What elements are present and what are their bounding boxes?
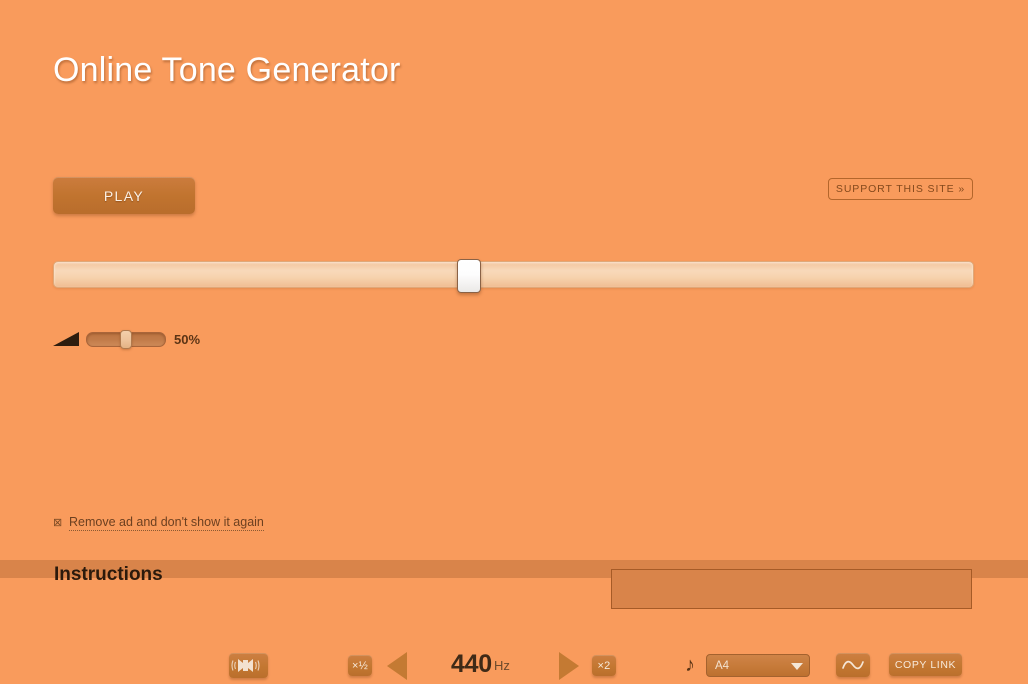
triangle-left-icon [387,652,407,680]
instructions-heading: Instructions [54,564,163,585]
increment-frequency-button[interactable] [558,651,580,681]
note-select[interactable]: A4 [706,654,810,677]
remove-ad-label: Remove ad and don't show it again [69,515,264,531]
page-title: Online Tone Generator [53,51,401,89]
volume-slider-handle[interactable] [120,330,132,349]
double-frequency-button[interactable]: ×2 [592,655,616,676]
copy-link-button[interactable]: COPY LINK [889,653,962,676]
stereo-balance-button[interactable] [229,653,268,678]
frequency-slider-handle[interactable] [457,259,481,293]
stereo-balance-icon [231,659,260,672]
frequency-unit-label: Hz [494,658,510,673]
halve-frequency-button[interactable]: ×½ [348,655,372,676]
volume-level-label: 50% [174,332,201,347]
sine-wave-icon [842,660,864,670]
support-this-site-button[interactable]: SUPPORT THIS SITE » [828,178,973,200]
chevron-down-icon [791,663,803,670]
music-note-icon: ♪ [685,654,695,676]
remove-ad-link[interactable]: ⊠ Remove ad and don't show it again [53,514,264,532]
advertisement-container [611,569,972,609]
frequency-value[interactable]: 440 [451,650,492,679]
control-row: 50% ×½ 440 Hz ×2 ♪ A4 COPY LINK [0,325,1028,680]
volume-wedge-icon [53,331,80,349]
boxed-x-icon: ⊠ [53,517,63,529]
note-select-value: A4 [715,660,730,672]
tone-generator-page: Online Tone Generator PLAY SUPPORT THIS … [0,0,1028,680]
waveform-button[interactable] [836,653,870,677]
play-button[interactable]: PLAY [53,177,195,214]
triangle-right-icon [559,652,579,680]
volume-slider[interactable] [86,330,166,349]
decrement-frequency-button[interactable] [386,651,408,681]
frequency-slider[interactable] [53,259,974,293]
frequency-slider-track[interactable] [53,261,974,288]
